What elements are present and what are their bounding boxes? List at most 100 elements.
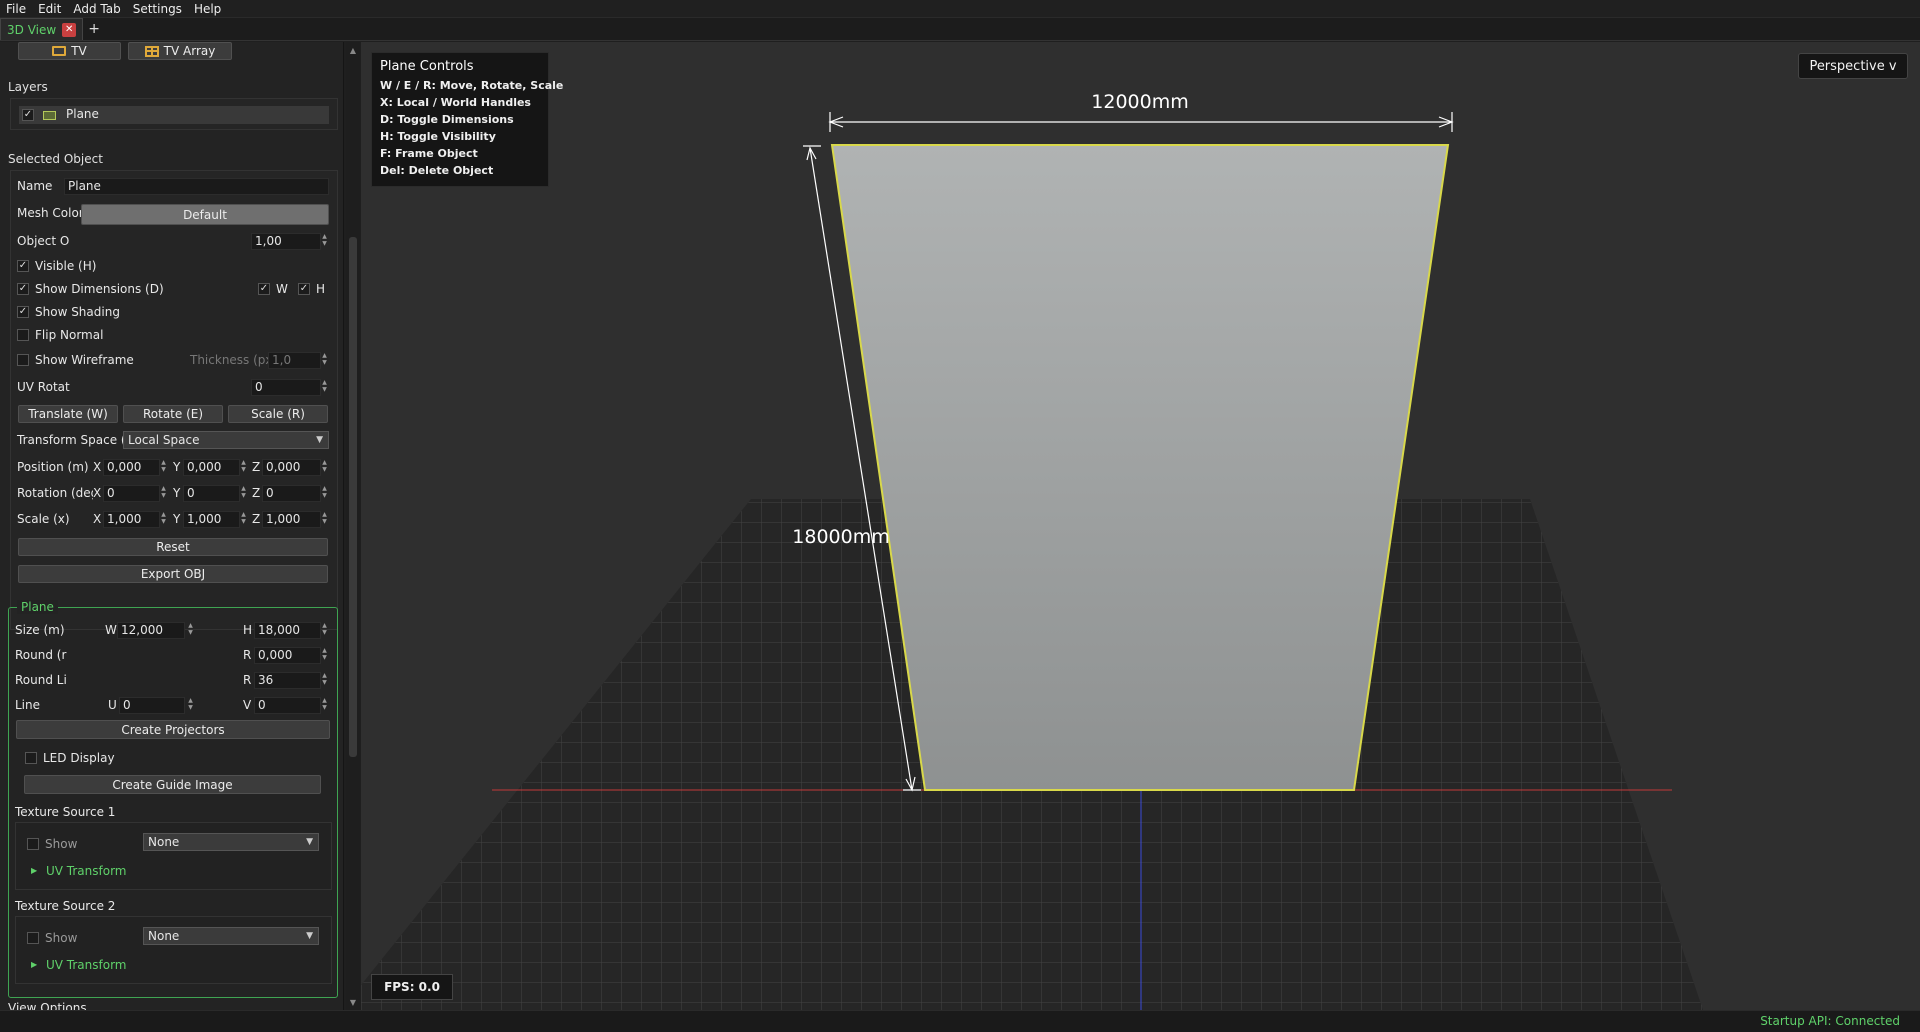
line-u-field[interactable]: 0 [119, 697, 185, 714]
opacity-field[interactable]: 1,00 [251, 233, 321, 250]
scale-button[interactable]: Scale (R) [228, 405, 328, 423]
scl-y-field[interactable]: 1,000 [183, 511, 240, 528]
line-u-spinner[interactable]: ▲ ▼ [187, 697, 194, 712]
show-wireframe-label: Show Wireframe [35, 353, 134, 367]
perspective-dropdown[interactable]: Perspective v [1798, 53, 1908, 79]
visible-checkbox[interactable]: ✓ [17, 260, 29, 272]
show-dimensions-checkbox[interactable]: ✓ [17, 283, 29, 295]
sidebar: TV TV Array Layers ✓ Plane Selected Obje… [0, 42, 344, 1010]
texture-1-uv-transform[interactable]: UV Transform [46, 864, 127, 878]
transform-space-label: Transform Space (X) [17, 433, 139, 447]
show-shading-checkbox[interactable]: ✓ [17, 306, 29, 318]
scrollbar-thumb[interactable] [349, 237, 357, 757]
api-status: Startup API: Connected [1760, 1014, 1900, 1028]
pos-x-spinner[interactable]: ▲ ▼ [160, 459, 167, 474]
rotate-button[interactable]: Rotate (E) [123, 405, 223, 423]
pos-x-label: X [93, 460, 102, 474]
rot-y-field[interactable]: 0 [183, 485, 240, 502]
tv-button[interactable]: TV [18, 42, 121, 60]
texture-2-show-checkbox[interactable]: ✓ [27, 932, 39, 944]
dim-h-checkbox[interactable]: ✓ [298, 283, 310, 295]
export-obj-button[interactable]: Export OBJ [18, 565, 328, 583]
pos-z-field[interactable]: 0,000 [262, 459, 321, 476]
scroll-down-arrow-icon[interactable]: ▼ [346, 996, 360, 1008]
thickness-field[interactable]: 1,0 [268, 352, 321, 369]
tab-3d-view[interactable]: 3D View ✕ [0, 18, 84, 40]
rot-y-spinner[interactable]: ▲ ▼ [240, 485, 247, 500]
thickness-spinner[interactable]: ▲ ▼ [321, 352, 328, 367]
height-dimension-label: 18000mm [792, 526, 889, 548]
rot-x-field[interactable]: 0 [103, 485, 160, 502]
uv-rotation-spinner[interactable]: ▲ ▼ [321, 379, 328, 394]
menu-help[interactable]: Help [188, 0, 227, 18]
scl-x-spinner[interactable]: ▲ ▼ [160, 511, 167, 526]
name-field[interactable]: Plane [64, 178, 329, 195]
line-v-field[interactable]: 0 [254, 697, 321, 714]
layer-item-plane[interactable]: ✓ Plane [19, 106, 329, 124]
round-r1-spinner[interactable]: ▲ ▼ [321, 647, 328, 662]
pos-y-field[interactable]: 0,000 [183, 459, 240, 476]
texture-1-show-checkbox[interactable]: ✓ [27, 838, 39, 850]
rot-z-spinner[interactable]: ▲ ▼ [321, 485, 328, 500]
plane-controls-title: Plane Controls [380, 59, 474, 74]
tv-array-button[interactable]: TV Array [128, 42, 232, 60]
menu-file[interactable]: File [0, 0, 32, 18]
chevron-right-icon[interactable]: ▶ [31, 960, 37, 969]
mesh-color-label: Mesh Color [17, 206, 84, 220]
layer-visible-checkbox[interactable]: ✓ [22, 109, 34, 121]
create-projectors-button[interactable]: Create Projectors [16, 720, 330, 739]
close-icon[interactable]: ✕ [62, 22, 77, 37]
plane-mesh[interactable] [830, 144, 1450, 791]
3d-viewport[interactable]: 12000mm 18000mm Plane Controls W / E / R… [361, 42, 1920, 1010]
control-hint: F: Frame Object [380, 147, 478, 160]
size-w-field[interactable]: 12,000 [117, 622, 185, 639]
sidebar-scrollbar[interactable]: ▲ ▼ [346, 42, 360, 1010]
scl-x-field[interactable]: 1,000 [103, 511, 160, 528]
led-display-checkbox[interactable]: ✓ [25, 752, 37, 764]
rot-x-spinner[interactable]: ▲ ▼ [160, 485, 167, 500]
create-guide-image-button[interactable]: Create Guide Image [24, 775, 321, 794]
texture-2-source-dropdown[interactable]: None ▼ [143, 927, 319, 945]
transform-space-dropdown[interactable]: Local Space ▼ [123, 431, 329, 449]
pos-y-spinner[interactable]: ▲ ▼ [240, 459, 247, 474]
mesh-color-button[interactable]: Default [81, 204, 329, 225]
line-v-spinner[interactable]: ▲ ▼ [321, 697, 328, 712]
scl-y-label: Y [173, 512, 181, 526]
pos-z-spinner[interactable]: ▲ ▼ [321, 459, 328, 474]
round-r1-field[interactable]: 0,000 [254, 647, 321, 664]
thickness-label: Thickness (px) [190, 353, 278, 367]
fps-counter: FPS: 0.0 [371, 974, 453, 1000]
flip-normal-checkbox[interactable]: ✓ [17, 329, 29, 341]
scroll-up-arrow-icon[interactable]: ▲ [346, 44, 360, 56]
plane-controls-overlay: Plane Controls W / E / R: Move, Rotate, … [371, 52, 563, 187]
rot-x-label: X [93, 486, 102, 500]
rot-z-field[interactable]: 0 [262, 485, 321, 502]
scl-y-spinner[interactable]: ▲ ▼ [240, 511, 247, 526]
chevron-right-icon[interactable]: ▶ [31, 866, 37, 875]
opacity-spinner[interactable]: ▲ ▼ [321, 233, 328, 248]
round-r2-spinner[interactable]: ▲ ▼ [321, 672, 328, 687]
add-tab-button[interactable]: + [83, 18, 105, 40]
tab-3d-view-label: 3D View [7, 22, 57, 37]
menu-add-tab[interactable]: Add Tab [67, 0, 126, 18]
round-r2-field[interactable]: 36 [254, 672, 321, 689]
menu-settings[interactable]: Settings [127, 0, 188, 18]
uv-rotation-field[interactable]: 0 [251, 379, 321, 396]
scl-z-spinner[interactable]: ▲ ▼ [321, 511, 328, 526]
size-w-spinner[interactable]: ▲ ▼ [187, 622, 194, 637]
menu-edit[interactable]: Edit [32, 0, 67, 18]
size-h-spinner[interactable]: ▲ ▼ [321, 622, 328, 637]
translate-button[interactable]: Translate (W) [18, 405, 118, 423]
dim-w-checkbox[interactable]: ✓ [258, 283, 270, 295]
plane-layer-icon [43, 111, 56, 120]
scene-canvas[interactable]: 12000mm 18000mm [361, 42, 1920, 1010]
texture-2-uv-transform[interactable]: UV Transform [46, 958, 127, 972]
layers-list: ✓ Plane [10, 98, 338, 130]
size-h-label: H [243, 623, 253, 637]
pos-x-field[interactable]: 0,000 [103, 459, 160, 476]
texture-1-source-dropdown[interactable]: None ▼ [143, 833, 319, 851]
show-wireframe-checkbox[interactable]: ✓ [17, 354, 29, 366]
size-h-field[interactable]: 18,000 [254, 622, 321, 639]
reset-button[interactable]: Reset [18, 538, 328, 556]
scl-z-field[interactable]: 1,000 [262, 511, 321, 528]
